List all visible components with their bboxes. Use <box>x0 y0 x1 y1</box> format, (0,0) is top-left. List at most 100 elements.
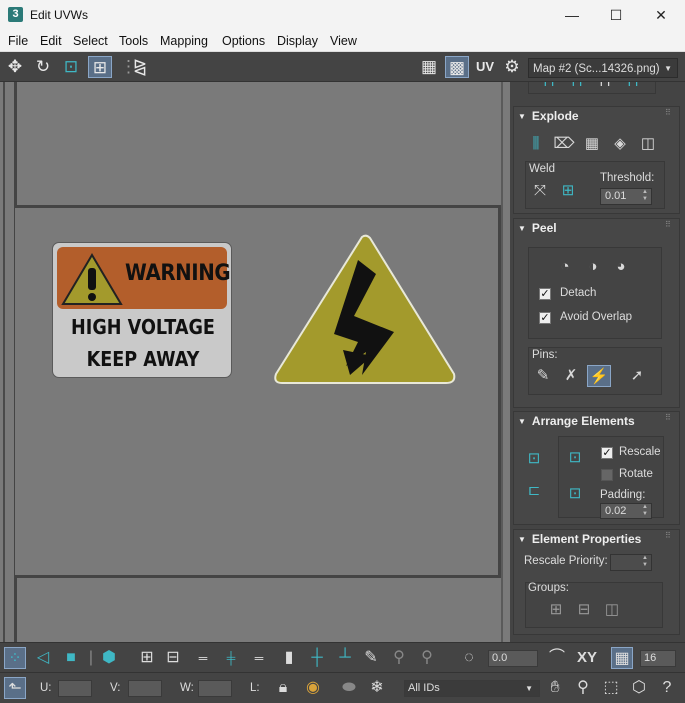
w-coordinate-field[interactable] <box>198 680 232 697</box>
align-icon-2[interactable]: ⊓ <box>565 82 589 93</box>
pan-hand-icon[interactable]: ✋︎ <box>544 677 566 699</box>
drag-grip-icon[interactable]: ⠿ <box>665 414 673 424</box>
drag-grip-icon[interactable]: ⠿ <box>665 221 673 231</box>
reset-peel-icon[interactable]: ◕ <box>609 256 633 278</box>
texture-settings-icon[interactable]: ⚙ <box>500 56 524 78</box>
eye-icon[interactable]: ◉ <box>302 677 324 699</box>
id-filter-select[interactable]: All IDs ▼ <box>404 680 540 697</box>
element-properties-header[interactable]: ▼ Element Properties <box>518 532 641 546</box>
mirror-icon[interactable]: ⧎ <box>128 56 152 78</box>
peel-rollout-header[interactable]: ▼ Peel <box>518 221 557 235</box>
threshold-spinner[interactable]: 0.01 ▲ ▼ <box>600 188 652 205</box>
spinner-arrows-icon[interactable]: ▲ ▼ <box>642 504 648 518</box>
falloff-curve-icon[interactable]: ⌒ <box>546 647 568 669</box>
group-selected-icon[interactable]: ⊞ <box>544 599 568 621</box>
soft-selection-icon[interactable]: ◌ <box>458 647 480 669</box>
checker-pattern-icon[interactable]: ▦ <box>417 56 441 78</box>
absolute-relative-toggle-icon[interactable]: ⬑ <box>4 677 26 699</box>
edge-mode-icon[interactable]: ◁ <box>32 647 54 669</box>
quick-peel-icon[interactable]: ◔ <box>553 256 577 278</box>
high-voltage-triangle-island[interactable] <box>270 232 460 387</box>
texture-map-select[interactable]: Map #2 (Sc...14326.png) ▼ <box>528 58 678 78</box>
spinner-arrows-icon[interactable]: ▲ ▼ <box>642 189 648 203</box>
u-coordinate-field[interactable] <box>58 680 92 697</box>
vertex-mode-icon[interactable]: ⁘ <box>4 647 26 669</box>
maximize-button[interactable]: ☐ <box>593 0 639 30</box>
edge-to-seam-icon[interactable]: ┴ <box>334 647 356 669</box>
freeform-mode-icon[interactable]: ⊞ <box>88 56 112 78</box>
rotate-checkbox[interactable] <box>601 469 613 481</box>
select-group-icon[interactable]: ◫ <box>600 599 624 621</box>
uv-viewport[interactable]: WARNING HIGH VOLTAGE KEEP AWAY <box>0 82 510 642</box>
menu-display[interactable]: Display <box>277 34 318 48</box>
spinner-arrows-icon[interactable]: ▲ ▼ <box>642 555 648 569</box>
help-icon[interactable]: ? <box>656 677 678 699</box>
paint-grow-icon[interactable]: ⚲ <box>388 647 410 669</box>
freeze-icon[interactable]: ❄ <box>366 677 388 699</box>
menu-file[interactable]: File <box>8 34 28 48</box>
zoom-region-icon[interactable]: ⬚ <box>600 677 622 699</box>
auto-pin-icon[interactable]: ⚡ <box>587 365 611 387</box>
unpin-icon[interactable]: ✗ <box>559 365 583 387</box>
show-map-icon[interactable]: ▩ <box>445 56 469 78</box>
polygon-mode-icon[interactable]: ■ <box>60 647 82 669</box>
explode-by-material-icon[interactable]: ▦ <box>580 133 604 155</box>
explode-by-smoothing-icon[interactable]: ⌦ <box>552 133 576 155</box>
pin-icon[interactable]: ✎ <box>531 365 555 387</box>
menu-mapping[interactable]: Mapping <box>160 34 208 48</box>
minimize-button[interactable]: — <box>549 0 595 30</box>
weld-target-icon[interactable]: ⊞ <box>556 180 580 202</box>
arrange-separate-icon[interactable]: ⊡ <box>563 483 587 505</box>
stitch-icon[interactable]: ◫ <box>636 133 660 155</box>
scale-icon[interactable]: ⊡ <box>59 56 83 78</box>
arrange-together-icon[interactable]: ⊡ <box>563 447 587 469</box>
arrange-rollout-header[interactable]: ▼ Arrange Elements <box>518 414 635 428</box>
hide-icon[interactable]: ⬬ <box>338 677 360 699</box>
menu-view[interactable]: View <box>330 34 357 48</box>
menu-tools[interactable]: Tools <box>119 34 148 48</box>
ungroup-selected-icon[interactable]: ⊟ <box>572 599 596 621</box>
menu-select[interactable]: Select <box>73 34 108 48</box>
shrink-selection-icon[interactable]: ⊟ <box>162 647 184 669</box>
rotate-icon[interactable]: ↻ <box>31 56 55 78</box>
align-icon-3[interactable]: ⊓ <box>593 82 617 93</box>
select-pins-icon[interactable]: ➚ <box>625 365 649 387</box>
move-icon[interactable]: ✥ <box>3 56 27 78</box>
uv-toggle[interactable]: UV <box>473 56 497 78</box>
align-icon-4[interactable]: ⊓ <box>621 82 645 93</box>
lock-icon[interactable]: 🔒︎ <box>272 677 294 699</box>
edge-select-icon[interactable]: ═ <box>248 647 270 669</box>
rotate-angle-field[interactable]: 0.0 <box>488 650 538 667</box>
align-icon-1[interactable]: ⊓ <box>537 82 561 93</box>
grid-snap-icon[interactable]: ▦ <box>611 647 633 669</box>
weld-selected-icon[interactable]: ⤧ <box>528 180 552 202</box>
padding-spinner[interactable]: 0.02 ▲ ▼ <box>600 503 652 519</box>
peel-mode-icon[interactable]: ◑ <box>581 256 605 278</box>
explode-rollout-header[interactable]: ▼ Explode <box>518 109 579 123</box>
rescale-checkbox[interactable]: ✓ <box>601 447 613 459</box>
flatten-icon[interactable]: ◈ <box>608 133 632 155</box>
detach-checkbox[interactable]: ✓ <box>539 288 551 300</box>
break-icon[interactable]: ⫼ <box>524 133 548 155</box>
avoid-overlap-checkbox[interactable]: ✓ <box>539 312 551 324</box>
pelt-seams-icon[interactable]: ▮ <box>278 647 300 669</box>
zoom-extents-icon[interactable]: ⬡ <box>628 677 650 699</box>
point-to-point-seam-icon[interactable]: ┼ <box>306 647 328 669</box>
v-coordinate-field[interactable] <box>128 680 162 697</box>
drag-grip-icon[interactable]: ⠿ <box>665 532 673 542</box>
menu-options[interactable]: Options <box>222 34 265 48</box>
edge-ring-icon[interactable]: ╪ <box>220 647 242 669</box>
element-mode-icon[interactable]: ⬢ <box>98 647 120 669</box>
pack-normalize-icon[interactable]: ⊡ <box>522 448 546 470</box>
grid-size-field[interactable]: 16 <box>640 650 676 667</box>
menu-edit[interactable]: Edit <box>40 34 62 48</box>
drag-grip-icon[interactable]: ⠿ <box>665 109 673 119</box>
paint-shrink-icon[interactable]: ⚲ <box>416 647 438 669</box>
close-button[interactable]: ✕ <box>638 0 684 30</box>
paint-select-icon[interactable]: ✎ <box>360 647 382 669</box>
pack-custom-icon[interactable]: ⊏ <box>522 480 546 502</box>
zoom-icon[interactable]: ⚲ <box>572 677 594 699</box>
rescale-priority-spinner[interactable]: ▲ ▼ <box>610 554 652 571</box>
edge-loop-icon[interactable]: ═ <box>192 647 214 669</box>
grow-selection-icon[interactable]: ⊞ <box>136 647 158 669</box>
